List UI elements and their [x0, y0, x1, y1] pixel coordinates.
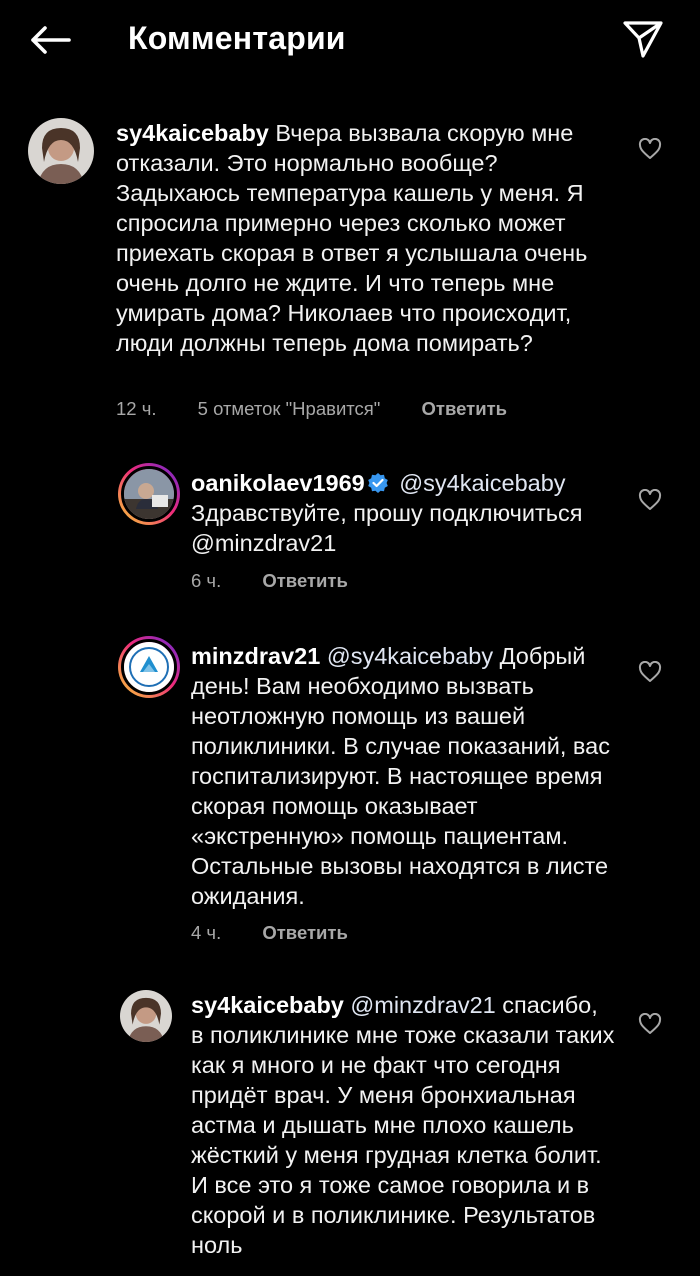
avatar[interactable] — [28, 118, 94, 184]
heart-icon — [638, 1013, 662, 1034]
page-title: Комментарии — [128, 20, 346, 56]
send-icon — [623, 21, 663, 58]
comment-text: sy4kaicebaby Вчера вызвала скорую мне от… — [116, 118, 616, 358]
heart-icon — [638, 661, 662, 682]
like-button[interactable] — [636, 135, 664, 163]
comment-body: Добрый день! Вам необходимо вызвать неот… — [191, 643, 610, 909]
like-button[interactable] — [636, 658, 664, 686]
comment-text: minzdrav21 @sy4kaicebaby Добрый день! Ва… — [191, 641, 621, 911]
organization-logo-icon — [124, 642, 174, 692]
comment-body: спасибо, в поликлинике мне тоже сказали … — [191, 992, 615, 1258]
comment-meta: 12 ч. 5 отметок "Нравится" Ответить — [116, 398, 543, 420]
reply-button[interactable]: Ответить — [262, 922, 348, 943]
share-button[interactable] — [618, 14, 668, 64]
reply-button[interactable]: Ответить — [262, 570, 348, 591]
comment-username[interactable]: minzdrav21 — [191, 643, 320, 669]
mention-link[interactable]: @minzdrav21 — [350, 992, 495, 1018]
comment-time: 6 ч. — [191, 570, 222, 591]
comment-username[interactable]: oanikolaev1969 — [191, 470, 365, 496]
comment-time: 4 ч. — [191, 922, 222, 943]
user-photo-icon — [120, 990, 172, 1042]
comment-time: 12 ч. — [116, 398, 157, 419]
comment-text: oanikolaev1969 @sy4kaicebaby Здравствуйт… — [191, 468, 611, 558]
avatar-ring — [121, 639, 177, 695]
comment-meta: 6 ч. Ответить — [191, 570, 384, 592]
mention-link[interactable]: @sy4kaicebaby — [399, 470, 565, 496]
likes-count[interactable]: 5 отметок "Нравится" — [198, 398, 381, 419]
like-button[interactable] — [636, 1010, 664, 1038]
heart-icon — [638, 138, 662, 159]
mention-link[interactable]: @sy4kaicebaby — [327, 643, 493, 669]
comment-body: Здравствуйте, прошу подключиться @minzdr… — [191, 500, 583, 556]
user-photo-icon — [28, 118, 94, 184]
heart-icon — [638, 489, 662, 510]
user-photo-icon — [124, 469, 174, 519]
verified-badge-icon — [367, 473, 388, 493]
back-arrow-icon — [31, 26, 71, 54]
avatar[interactable] — [118, 636, 180, 698]
avatar[interactable] — [120, 990, 172, 1042]
avatar[interactable] — [118, 463, 180, 525]
top-bar: Комментарии — [0, 0, 700, 84]
comment-body: Вчера вызвала скорую мне отказали. Это н… — [116, 120, 588, 356]
reply-button[interactable]: Ответить — [422, 398, 508, 419]
comment-meta: 4 ч. Ответить — [191, 922, 384, 944]
comment-username[interactable]: sy4kaicebaby — [116, 120, 269, 146]
comment-text: sy4kaicebaby @minzdrav21 спасибо, в поли… — [191, 990, 616, 1260]
comment-username[interactable]: sy4kaicebaby — [191, 992, 344, 1018]
like-button[interactable] — [636, 486, 664, 514]
avatar-ring — [121, 466, 177, 522]
back-button[interactable] — [26, 18, 74, 62]
